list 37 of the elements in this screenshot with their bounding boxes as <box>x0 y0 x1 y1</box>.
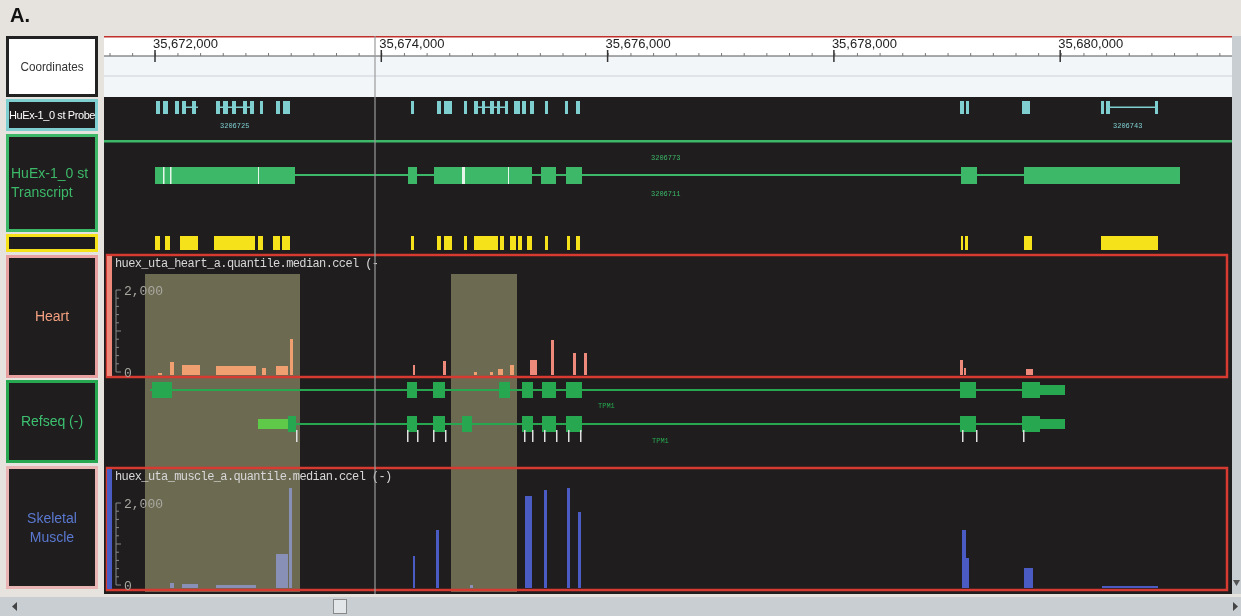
signal-bar <box>262 368 266 375</box>
signal-bar <box>276 366 288 375</box>
chart-title: huex_uta_heart_a.quantile.median.ccel (- <box>115 257 379 271</box>
signal-bar <box>551 340 554 375</box>
signal-bar <box>443 361 446 375</box>
signal-bar <box>510 365 514 375</box>
signal-bar <box>1026 369 1033 375</box>
coordinate-label: 35,678,000 <box>831 36 897 51</box>
signal-bar <box>1024 568 1033 588</box>
signal-bar <box>573 353 576 375</box>
track-label: HuEx-1_0 st Transcript <box>6 134 98 232</box>
coordinate-label: 35,680,000 <box>1058 36 1124 51</box>
signal-bar <box>490 372 493 375</box>
signal-bar <box>470 585 473 588</box>
signal-bar <box>170 362 174 375</box>
signal-bar <box>182 584 198 588</box>
figure-label: A. <box>10 4 30 26</box>
signal-bar <box>216 585 256 588</box>
scroll-thumb[interactable] <box>333 599 347 614</box>
signal-bar <box>530 360 537 375</box>
signal-bar <box>216 366 256 375</box>
coordinate-label: 35,674,000 <box>379 36 445 51</box>
signal-bar <box>170 583 174 588</box>
coordinate-label: 35,672,000 <box>153 36 219 51</box>
signal-bar <box>436 530 439 588</box>
coordinate-label: 35,676,000 <box>605 36 671 51</box>
track-label: Coordinates <box>6 36 98 97</box>
track-label: HuEx-1_0 st Probe <box>6 99 98 131</box>
track-label: Skeletal Muscle <box>6 466 98 589</box>
track-label: Refseq (-) <box>6 380 98 463</box>
signal-bar <box>290 339 293 375</box>
scroll-right-icon[interactable] <box>1231 599 1239 614</box>
signal-bar <box>474 372 477 375</box>
signal-bar <box>584 353 587 375</box>
track-label: Heart <box>6 255 98 378</box>
signal-bar <box>182 365 200 375</box>
signal-bar <box>498 369 503 375</box>
